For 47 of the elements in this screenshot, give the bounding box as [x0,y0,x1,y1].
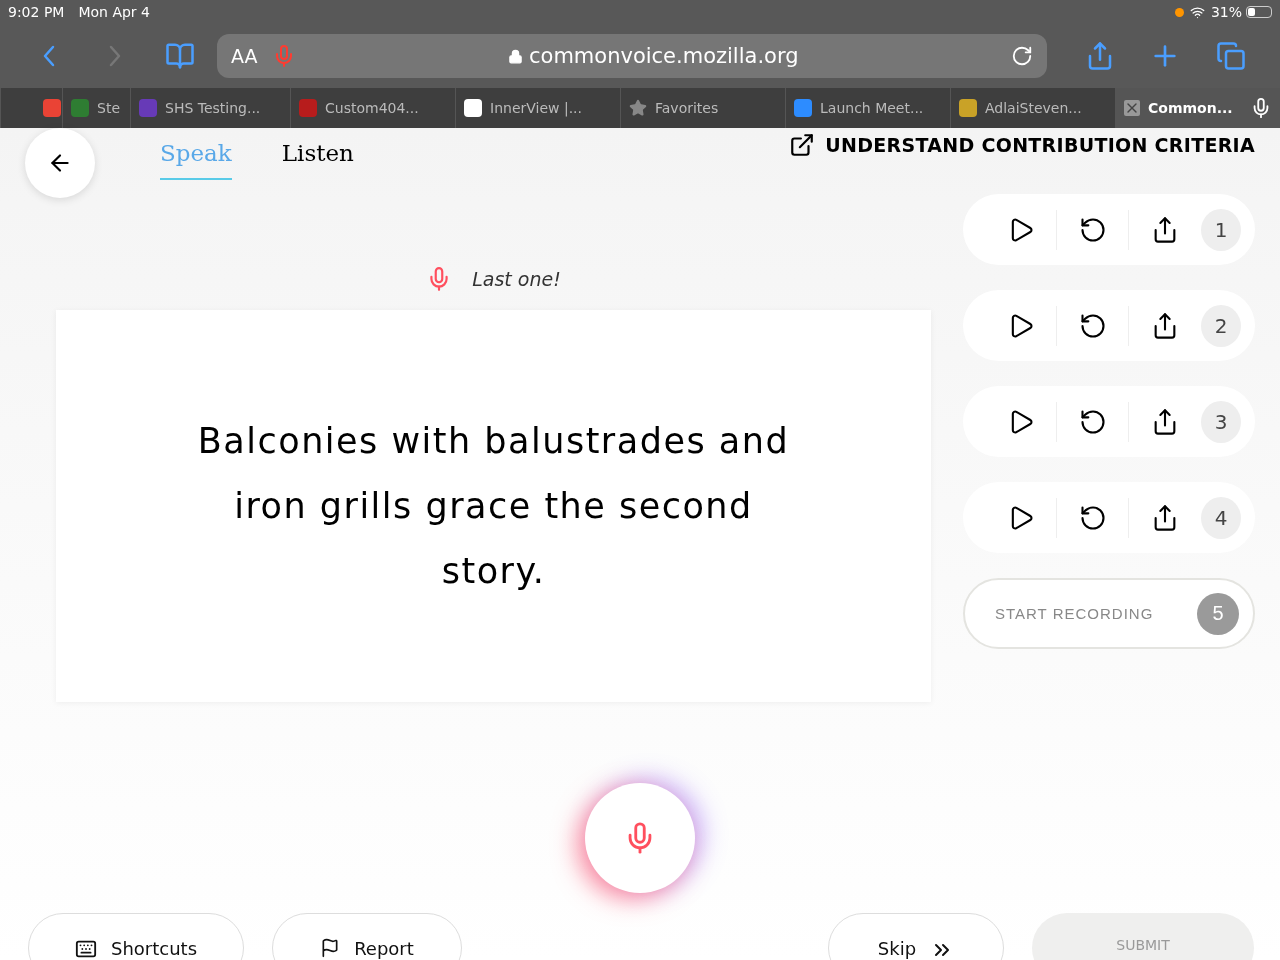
tab-title: Ste [97,100,120,116]
wifi-icon [1189,4,1205,20]
skip-button[interactable]: Skip [828,913,1004,960]
keyboard-icon [74,938,97,960]
address-bar[interactable]: AA commonvoice.mozilla.org [217,34,1047,78]
book-icon [165,41,196,71]
report-button[interactable]: Report [272,913,462,960]
lock-icon [508,48,523,64]
url-text: commonvoice.mozilla.org [529,44,799,68]
browser-tab[interactable] [0,88,62,128]
clip-number: 5 [1197,592,1239,635]
star-icon [629,99,647,117]
sentence-text: Balconies with balustrades and iron grills grace the second story. [196,419,791,593]
tabs-icon [1216,41,1247,71]
criteria-link[interactable]: UNDERSTAND CONTRIBUTION CRITERIA [789,132,1255,158]
battery-percent: 31% [1210,4,1242,20]
status-time: 9:02 PM [8,4,65,20]
tab-title: Favorites [655,100,719,116]
page-tab[interactable]: Listen [281,128,354,180]
shortcuts-button[interactable]: Shortcuts [28,913,244,960]
reload-icon[interactable] [1010,45,1033,67]
undo-icon [1078,215,1107,244]
forward-chevron-icon [108,45,121,67]
tab-title: InnerView |... [490,100,582,116]
back-chevron-icon [42,45,55,67]
undo-icon [1078,311,1107,340]
tab-title: Launch Meet... [820,100,924,116]
text-size-button[interactable]: AA [231,45,258,67]
prompt-text: Last one! [472,268,561,290]
tab-title: AdlaiSteven... [985,100,1082,116]
clip-number: 4 [1201,496,1241,539]
clip-number: 1 [1201,208,1241,251]
undo-icon [1078,503,1107,532]
clip-number: 2 [1201,304,1241,347]
browser-tab[interactable]: Common... [1115,88,1280,128]
start-recording-button[interactable]: START RECORDING 5 [963,578,1255,649]
external-link-icon [789,132,816,158]
status-date: Mon Apr 4 [78,4,150,20]
undo-icon [1078,407,1107,436]
tab-title: Common... [1148,100,1233,116]
recording-indicator-icon [1174,7,1184,17]
close-tab-icon[interactable] [1124,100,1140,116]
battery-icon [1246,6,1272,18]
flag-icon [320,938,341,958]
clip-number: 3 [1201,400,1241,443]
tab-title: SHS Testing... [165,100,261,116]
tab-title: Custom404... [325,100,419,116]
